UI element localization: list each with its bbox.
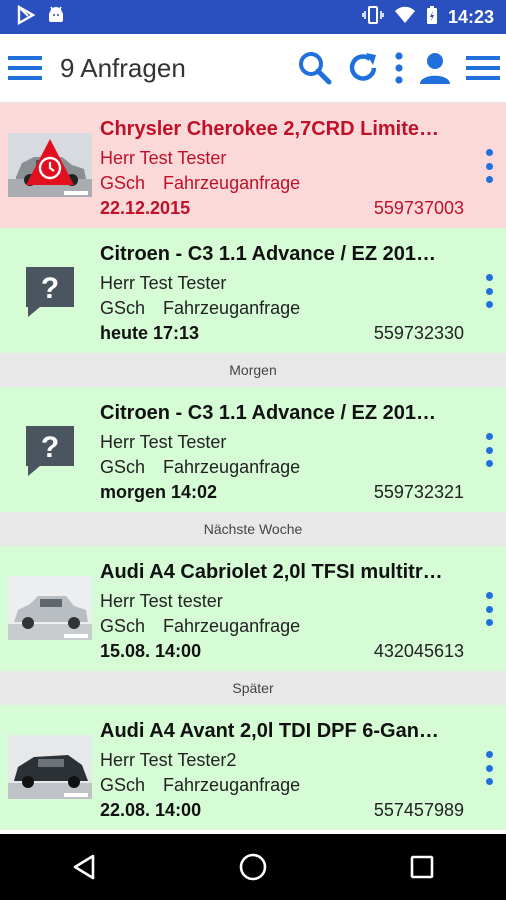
item-contact: Herr Test Tester	[100, 432, 227, 452]
list-item[interactable]: Chrysler Cherokee 2,7CRD Limite… Herr Te…	[0, 103, 506, 228]
item-type: Fahrzeuganfrage	[163, 775, 301, 795]
navigation-bar	[0, 834, 506, 900]
vibrate-icon	[362, 5, 384, 30]
list-item[interactable]: Audi A4 Avant 2,0l TDI DPF 6-Gan… Herr T…	[0, 705, 506, 830]
overflow-menu-icon[interactable]	[394, 51, 404, 85]
svg-text:?: ?	[41, 431, 59, 464]
home-icon[interactable]	[223, 842, 283, 892]
item-number: 559732330	[373, 323, 464, 343]
item-number: 559737003	[373, 198, 464, 218]
play-store-notification-icon	[16, 4, 36, 30]
item-date: morgen 14:02	[100, 482, 218, 502]
item-number: 559732321	[373, 482, 464, 502]
request-list: Chrysler Cherokee 2,7CRD Limite… Herr Te…	[0, 103, 506, 830]
item-user: GSch	[100, 457, 146, 477]
battery-charging-icon	[426, 5, 438, 30]
item-contact: Herr Test Tester2	[100, 750, 237, 770]
item-more-icon[interactable]	[482, 149, 496, 183]
page-title: 9 Anfragen	[60, 52, 186, 83]
item-date: heute 17:13	[100, 323, 200, 343]
item-more-icon[interactable]	[482, 751, 496, 785]
item-title: Audi A4 Cabriolet 2,0l TFSI multitr…	[100, 561, 443, 583]
item-date: 22.08. 14:00	[100, 800, 202, 820]
menu-icon[interactable]	[8, 55, 42, 81]
vehicle-thumbnail	[8, 576, 92, 640]
status-time: 14:23	[447, 6, 494, 27]
item-date: 22.12.2015	[100, 198, 191, 218]
wifi-icon	[394, 6, 416, 29]
list-item[interactable]: ? Citroen - C3 1.1 Advance / EZ 201… Her…	[0, 228, 506, 353]
item-title: Chrysler Cherokee 2,7CRD Limite…	[100, 118, 440, 140]
section-header-next-week: Nächste Woche	[0, 512, 506, 546]
item-contact: Herr Test Tester	[100, 273, 227, 293]
recents-icon[interactable]	[392, 842, 452, 892]
item-number: 432045613	[373, 641, 464, 661]
status-bar: 14:23	[0, 0, 506, 34]
item-type: Fahrzeuganfrage	[163, 616, 301, 636]
item-type: Fahrzeuganfrage	[163, 298, 301, 318]
search-icon[interactable]	[298, 51, 332, 85]
item-type: Fahrzeuganfrage	[163, 457, 301, 477]
question-icon: ?	[22, 263, 78, 319]
vehicle-thumbnail	[8, 735, 92, 799]
item-user: GSch	[100, 173, 146, 193]
android-notification-icon	[46, 5, 66, 30]
back-icon[interactable]	[54, 842, 114, 892]
item-title: Audi A4 Avant 2,0l TDI DPF 6-Gan…	[100, 720, 439, 742]
item-type: Fahrzeuganfrage	[163, 173, 301, 193]
item-date: 15.08. 14:00	[100, 641, 202, 661]
section-header-later: Später	[0, 671, 506, 705]
list-item[interactable]: ? Citroen - C3 1.1 Advance / EZ 201… Her…	[0, 387, 506, 512]
item-contact: Herr Test Tester	[100, 148, 227, 168]
item-more-icon[interactable]	[482, 433, 496, 467]
item-user: GSch	[100, 616, 146, 636]
svg-text:?: ?	[41, 272, 59, 305]
item-more-icon[interactable]	[482, 274, 496, 308]
app-bar: 9 Anfragen	[0, 34, 506, 103]
list-item[interactable]: Audi A4 Cabriolet 2,0l TFSI multitr… Her…	[0, 546, 506, 671]
item-contact: Herr Test tester	[100, 591, 223, 611]
item-more-icon[interactable]	[482, 592, 496, 626]
item-user: GSch	[100, 775, 146, 795]
item-user: GSch	[100, 298, 146, 318]
refresh-icon[interactable]	[346, 51, 380, 85]
question-icon: ?	[22, 422, 78, 478]
account-icon[interactable]	[418, 51, 452, 85]
item-number: 557457989	[373, 800, 464, 820]
item-title: Citroen - C3 1.1 Advance / EZ 201…	[100, 243, 437, 265]
section-header-tomorrow: Morgen	[0, 353, 506, 387]
item-title: Citroen - C3 1.1 Advance / EZ 201…	[100, 402, 437, 424]
vehicle-thumbnail	[8, 133, 92, 197]
list-menu-icon[interactable]	[466, 55, 500, 81]
